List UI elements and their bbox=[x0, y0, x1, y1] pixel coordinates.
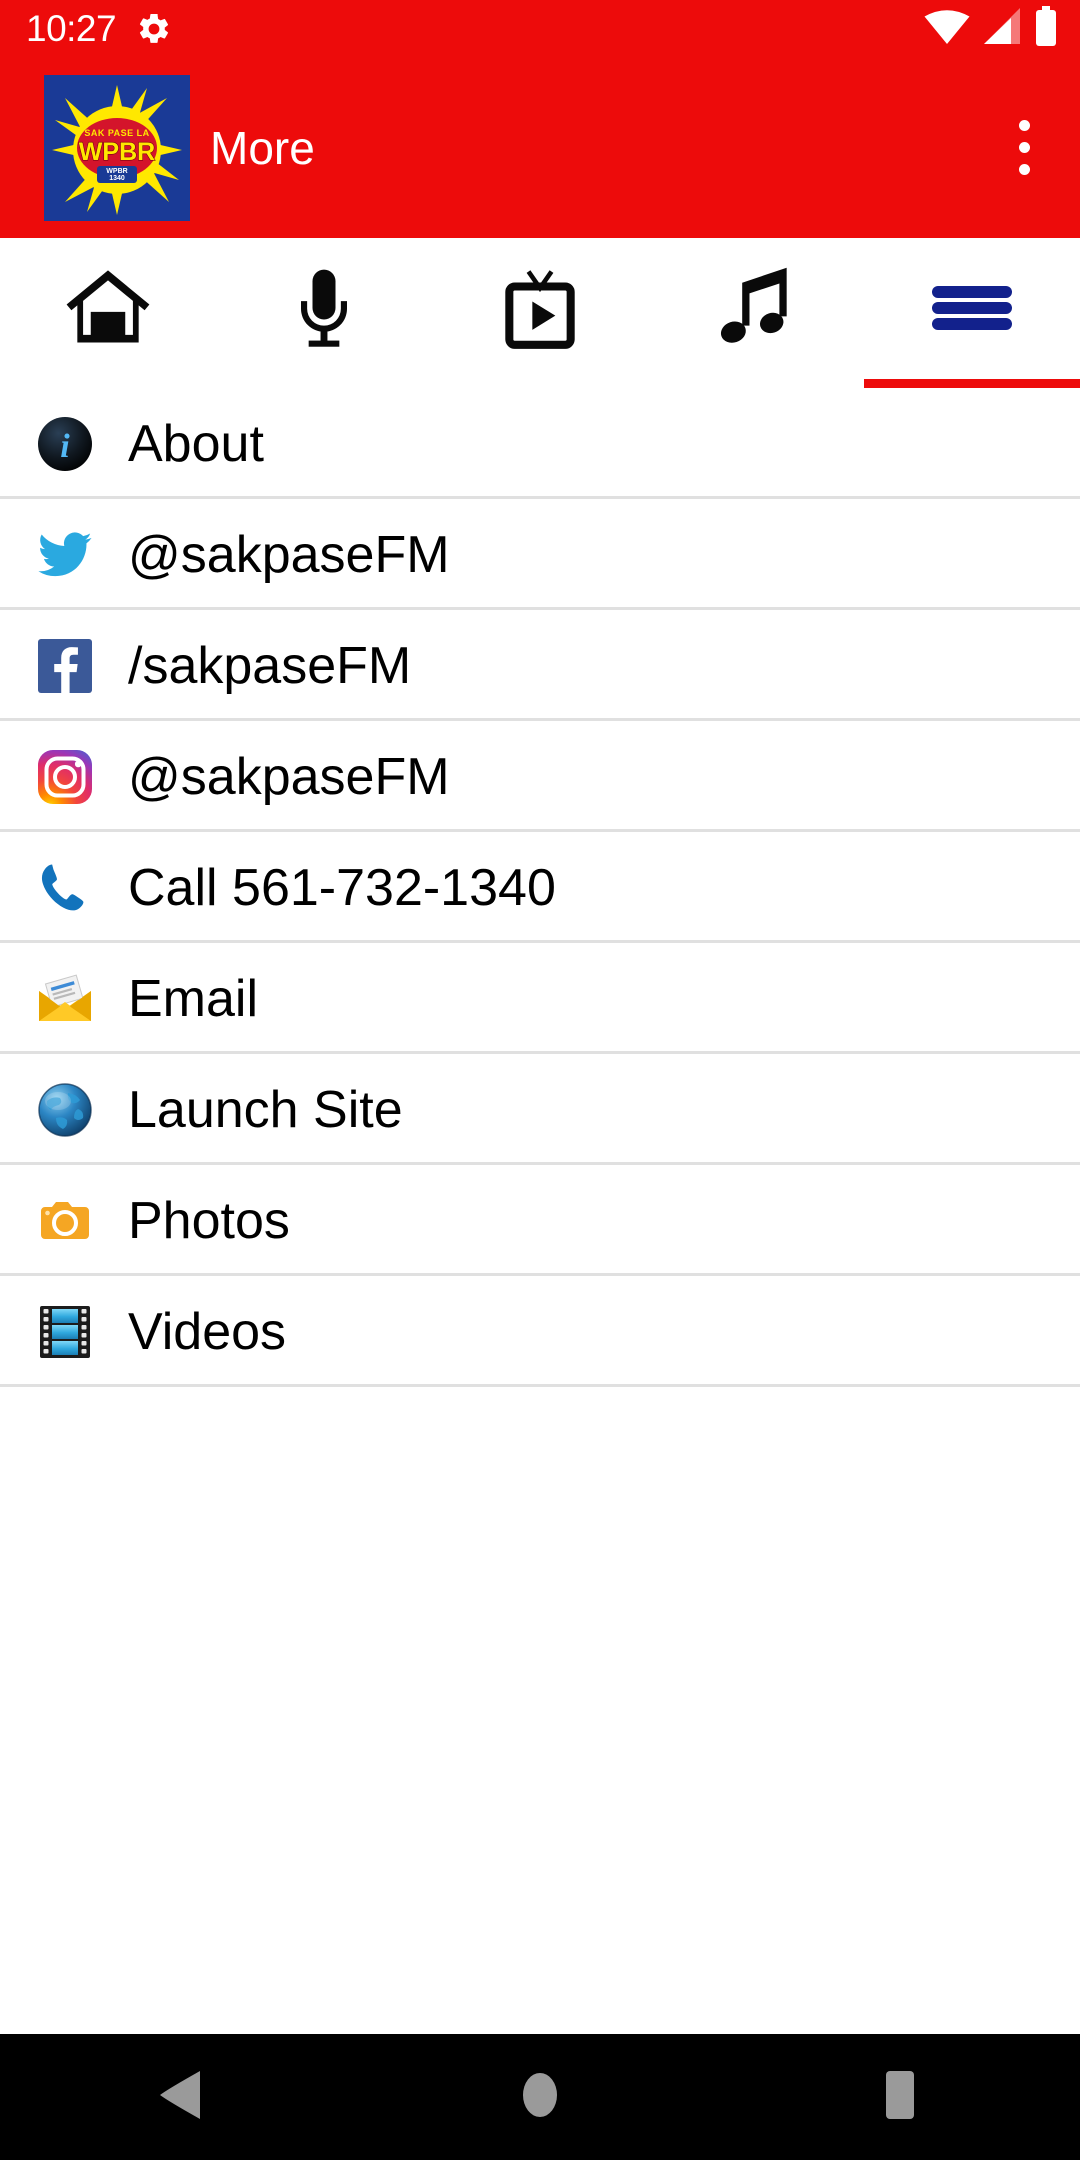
home-icon bbox=[60, 260, 156, 356]
tab-music[interactable] bbox=[648, 238, 864, 388]
nav-back-button[interactable] bbox=[0, 2067, 360, 2128]
list-item-videos[interactable]: Videos bbox=[0, 1276, 1080, 1387]
overflow-dot bbox=[1018, 120, 1030, 131]
list-item-email[interactable]: Email bbox=[0, 943, 1080, 1054]
svg-text:WPBR: WPBR bbox=[79, 138, 155, 166]
phone-icon bbox=[34, 857, 96, 919]
svg-text:1340: 1340 bbox=[109, 175, 125, 182]
app-screen: 10:27 SAK PASE LA WPBR WPBR 1340 More i … bbox=[0, 0, 1080, 2160]
facebook-f-icon bbox=[34, 635, 96, 697]
tab-more[interactable] bbox=[864, 238, 1080, 388]
list-item-label: @sakpaseFM bbox=[128, 525, 450, 584]
recents-square-icon bbox=[876, 2067, 924, 2128]
home-circle-icon bbox=[516, 2067, 564, 2128]
overflow-dot bbox=[1018, 142, 1030, 153]
hamburger-menu-icon bbox=[924, 260, 1020, 356]
nav-recents-button[interactable] bbox=[720, 2067, 1080, 2128]
gear-icon bbox=[136, 11, 172, 47]
list-item-label: @sakpaseFM bbox=[128, 747, 450, 806]
more-menu-list: i About @sakpaseFM /sakpaseFM @sakpaseFM… bbox=[0, 388, 1080, 1387]
tab-bar bbox=[0, 238, 1080, 388]
cell-signal-icon bbox=[982, 7, 1022, 50]
instagram-icon bbox=[34, 746, 96, 808]
list-item-call[interactable]: Call 561-732-1340 bbox=[0, 832, 1080, 943]
list-item-instagram[interactable]: @sakpaseFM bbox=[0, 721, 1080, 832]
tab-podcast[interactable] bbox=[216, 238, 432, 388]
film-strip-icon bbox=[34, 1301, 96, 1363]
status-icons bbox=[924, 6, 1058, 51]
twitter-bird-icon bbox=[34, 524, 96, 586]
list-item-about[interactable]: i About bbox=[0, 388, 1080, 499]
list-item-twitter[interactable]: @sakpaseFM bbox=[0, 499, 1080, 610]
wifi-icon bbox=[924, 7, 970, 50]
nav-home-button[interactable] bbox=[360, 2067, 720, 2128]
camera-icon bbox=[34, 1190, 96, 1252]
svg-text:SAK PASE LA: SAK PASE LA bbox=[84, 128, 149, 138]
list-item-launch-site[interactable]: Launch Site bbox=[0, 1054, 1080, 1165]
list-item-label: Email bbox=[128, 969, 259, 1028]
app-bar: SAK PASE LA WPBR WPBR 1340 More bbox=[0, 57, 1080, 238]
tv-play-icon bbox=[492, 260, 588, 356]
globe-icon bbox=[34, 1079, 96, 1141]
tab-active-indicator bbox=[864, 379, 1080, 388]
battery-full-icon bbox=[1034, 6, 1058, 51]
list-item-label: Launch Site bbox=[128, 1080, 403, 1139]
android-nav-bar bbox=[0, 2034, 1080, 2160]
list-item-facebook[interactable]: /sakpaseFM bbox=[0, 610, 1080, 721]
svg-text:WPBR: WPBR bbox=[106, 168, 127, 175]
overflow-dot bbox=[1018, 164, 1030, 175]
list-item-label: Photos bbox=[128, 1191, 290, 1250]
app-logo: SAK PASE LA WPBR WPBR 1340 bbox=[44, 74, 190, 221]
page-title: More bbox=[210, 121, 315, 174]
svg-text:i: i bbox=[60, 428, 70, 465]
list-item-label: About bbox=[128, 414, 264, 473]
list-item-photos[interactable]: Photos bbox=[0, 1165, 1080, 1276]
back-triangle-icon bbox=[156, 2067, 204, 2128]
music-note-icon bbox=[708, 260, 804, 356]
tab-video[interactable] bbox=[432, 238, 648, 388]
list-item-label: /sakpaseFM bbox=[128, 636, 412, 695]
list-item-label: Videos bbox=[128, 1302, 287, 1361]
info-circle-icon: i bbox=[34, 413, 96, 475]
envelope-icon bbox=[34, 968, 96, 1030]
status-bar: 10:27 bbox=[0, 0, 1080, 57]
microphone-icon bbox=[276, 260, 372, 356]
tab-home[interactable] bbox=[0, 238, 216, 388]
list-item-label: Call 561-732-1340 bbox=[128, 858, 556, 917]
status-clock: 10:27 bbox=[26, 8, 117, 49]
overflow-menu-icon[interactable] bbox=[994, 98, 1054, 198]
